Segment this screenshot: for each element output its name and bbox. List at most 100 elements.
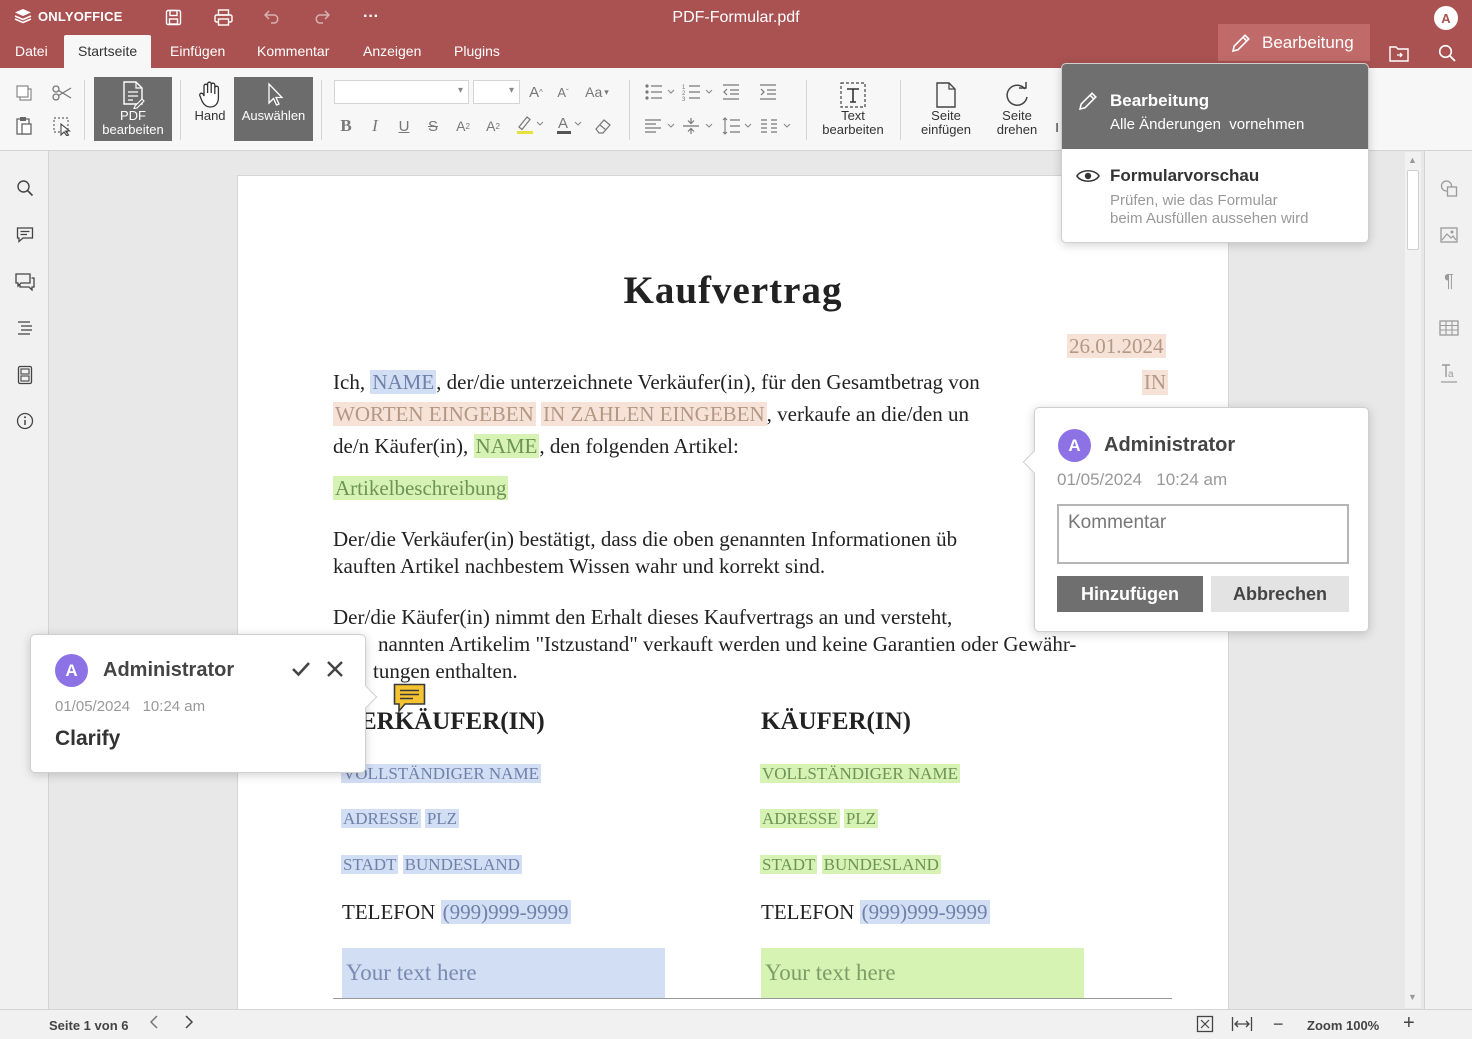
seller-name-field[interactable]: NAME [370,370,437,394]
font-color-icon[interactable]: A [552,113,586,135]
change-case-icon[interactable]: Aa ▾ [580,81,614,103]
cut-icon[interactable] [51,82,73,104]
amount-number-field[interactable]: IN ZAHLEN EINGEBEN [541,402,767,426]
comments-icon[interactable] [14,224,36,246]
cancel-comment-button[interactable]: Abbrechen [1211,576,1349,612]
tab-comment[interactable]: Kommentar [243,35,343,68]
chat-icon[interactable] [14,271,36,293]
seller-text-field[interactable]: Your text here [342,948,665,998]
user-avatar[interactable]: A [1434,6,1458,30]
article-description-field[interactable]: Artikelbeschreibung [333,476,509,501]
amount-words-field[interactable]: WORTEN EINGEBEN [333,402,536,426]
next-page-icon[interactable] [183,1014,195,1033]
subscript-icon[interactable]: A2 [482,115,504,137]
select-tool-button[interactable]: Auswählen [234,77,313,141]
select-all-icon[interactable] [51,115,73,137]
tab-view[interactable]: Anzeigen [349,35,435,68]
insert-page-button[interactable]: Seite einfügen [909,77,983,141]
seller-phone-field[interactable]: (999)999-9999 [440,900,571,924]
search-icon[interactable] [1436,42,1458,64]
seller-city-field[interactable]: STADT [341,855,399,874]
buyer-city-field[interactable]: STADT [760,855,818,874]
zoom-in-icon[interactable]: + [1403,1012,1415,1035]
seller-full-name-field[interactable]: VOLLSTÄNDIGER NAME [341,764,541,784]
scroll-down-icon[interactable]: ▼ [1408,992,1417,1002]
pdf-edit-button[interactable]: PDF bearbeiten [94,77,172,141]
rotate-page-button[interactable]: Seite drehen [986,77,1048,141]
info-icon[interactable] [14,410,36,432]
highlight-color-icon[interactable] [512,113,546,135]
buyer-address-field[interactable]: ADRESSE [760,809,840,828]
underline-icon[interactable]: U [393,115,415,137]
decrease-font-icon[interactable]: Aˇ [552,81,574,103]
navigation-icon[interactable] [14,317,36,339]
hand-tool-button[interactable]: Hand [188,77,232,141]
numbered-list-icon[interactable]: 123 [681,81,717,103]
fit-page-icon[interactable] [1196,1015,1214,1036]
decrease-indent-icon[interactable] [720,81,742,103]
bullet-list-icon[interactable] [643,81,679,103]
zoom-level[interactable]: Zoom 100% [1307,1018,1379,1033]
thumbnails-icon[interactable] [14,364,36,386]
image-settings-icon[interactable] [1438,224,1460,246]
fit-width-icon[interactable] [1231,1016,1253,1035]
seller-address-field[interactable]: ADRESSE [341,809,421,828]
tab-home[interactable]: Startseite [64,35,152,68]
zoom-out-icon[interactable]: − [1273,1014,1284,1035]
superscript-icon[interactable]: A2 [452,115,474,137]
paragraph-settings-icon[interactable]: ¶ [1438,270,1460,292]
vertical-scrollbar[interactable]: ▲ ▼ [1405,152,1421,1008]
close-comment-icon[interactable] [325,659,345,684]
buyer-full-name-field[interactable]: VOLLSTÄNDIGER NAME [760,764,960,784]
mode-option-form-preview[interactable]: Formularvorschau Prüfen, wie das Formula… [1062,149,1368,242]
amount-words-field-start[interactable]: IN [1141,370,1168,395]
italic-icon[interactable]: I [364,115,386,137]
edit-text-label-2: bearbeiten [822,122,884,137]
date-field[interactable]: 26.01.2024 [1067,334,1166,359]
buyer-phone-field[interactable]: (999)999-9999 [859,900,990,924]
line-spacing-icon[interactable] [720,115,756,137]
strikethrough-icon[interactable]: S [422,115,444,137]
resolve-comment-icon[interactable] [290,659,312,684]
buyer-phone-row: TELEFON (999)999-9999 [761,900,990,925]
seller-zip-field[interactable]: PLZ [424,809,460,828]
text-art-settings-icon[interactable]: a [1438,363,1460,385]
shape-settings-icon[interactable] [1438,177,1460,199]
mode-switch-button[interactable]: Bearbeitung [1218,24,1370,61]
buyer-zip-field[interactable]: PLZ [843,809,879,828]
paste-icon[interactable] [13,115,35,137]
add-comment-button[interactable]: Hinzufügen [1057,576,1203,612]
buyer-text-field[interactable]: Your text here [761,948,1084,998]
font-size-select[interactable]: ▾ [473,80,520,104]
paragraph-3-line-2: nannten Artikelim "Istzustand" verkauft … [378,632,1077,656]
eraser-icon[interactable] [592,115,614,137]
comment-marker-icon[interactable] [393,683,426,714]
mode-preview-description-2: beim Ausfüllen aussehen wird [1110,210,1309,227]
buyer-name-field[interactable]: NAME [473,434,540,458]
copy-icon[interactable] [13,82,35,104]
increase-font-icon[interactable]: A ^ [525,81,547,103]
comment-input[interactable]: Kommentar [1057,504,1349,564]
seller-address-row: ADRESSE PLZ [341,809,460,829]
tab-file[interactable]: Datei [1,35,62,68]
mode-option-edit[interactable]: Bearbeitung Alle Änderungen vornehmen [1062,64,1368,149]
scroll-up-icon[interactable]: ▲ [1408,155,1417,165]
vertical-align-icon[interactable] [681,115,717,137]
increase-indent-icon[interactable] [757,81,779,103]
table-settings-icon[interactable] [1438,317,1460,339]
edit-text-button[interactable]: Text bearbeiten [815,77,891,141]
tab-insert[interactable]: Einfügen [156,35,239,68]
open-location-icon[interactable] [1388,42,1410,64]
bold-icon[interactable]: B [335,115,357,137]
buyer-state-field[interactable]: BUNDESLAND [821,855,941,874]
p1-text-5: , den folgenden Artikel: [539,434,739,458]
scroll-thumb[interactable] [1407,170,1419,250]
text-box-icon [840,82,866,108]
seller-state-field[interactable]: BUNDESLAND [402,855,522,874]
font-name-select[interactable]: ▾ [334,80,469,104]
columns-icon[interactable] [759,115,795,137]
search-icon[interactable] [14,177,36,199]
prev-page-icon[interactable] [148,1014,160,1035]
tab-plugins[interactable]: Plugins [440,35,514,68]
align-left-icon[interactable] [643,115,679,137]
